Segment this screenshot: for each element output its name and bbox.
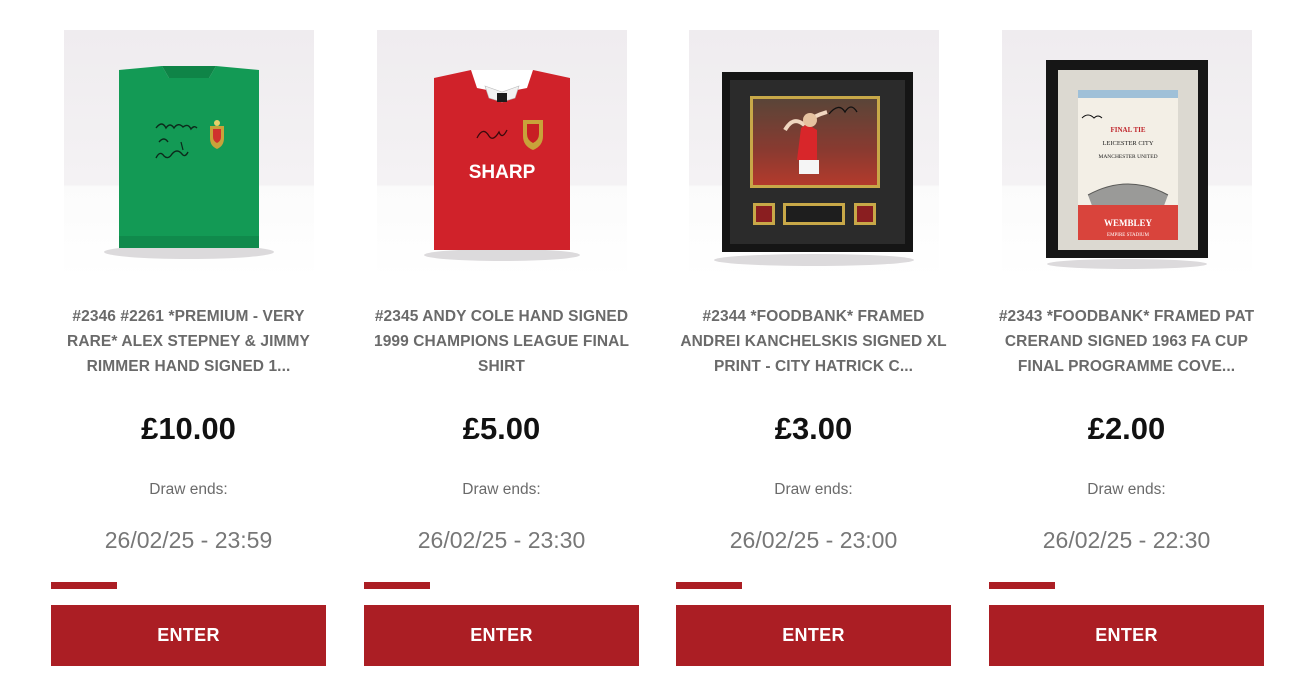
programme-venue: WEMBLEY (1104, 218, 1153, 228)
programme-stadium: EMPIRE STADIUM (1107, 233, 1150, 238)
product-card: SHARP #2345 ANDY COLE HAND SIGNED 1999 C… (364, 0, 639, 689)
programme-team-two: MANCHESTER UNITED (1098, 154, 1157, 160)
product-price: £3.00 (774, 411, 853, 446)
draw-ends-date: 26/02/25 - 22:30 (1042, 527, 1211, 553)
framed-programme-image: FINAL TIE LEICESTER CITY MANCHESTER UNIT… (1046, 60, 1208, 269)
product-image[interactable] (689, 30, 939, 279)
progress-fill (989, 582, 1055, 589)
shirt-sponsor: SHARP (469, 162, 536, 183)
product-card: #2344 *FOODBANK* FRAMED ANDREI KANCHELSK… (676, 0, 951, 689)
draw-ends-label: Draw ends: (774, 481, 853, 498)
ticket-progress-bar (51, 582, 326, 589)
red-shirt-image: SHARP (424, 70, 580, 261)
draw-ends-date: 26/02/25 - 23:59 (104, 527, 273, 553)
progress-fill (51, 582, 117, 589)
product-image[interactable]: FINAL TIE LEICESTER CITY MANCHESTER UNIT… (1002, 30, 1252, 279)
product-price: £5.00 (462, 411, 541, 446)
enter-button[interactable]: ENTER (676, 605, 951, 666)
programme-heading: FINAL TIE (1110, 126, 1145, 134)
product-title[interactable]: #2344 *FOODBANK* FRAMED ANDREI KANCHELSK… (676, 304, 951, 379)
draw-ends-date: 26/02/25 - 23:00 (729, 527, 898, 553)
progress-fill (364, 582, 430, 589)
product-title[interactable]: #2346 #2261 *PREMIUM - VERY RARE* ALEX S… (51, 304, 326, 379)
draw-ends-label: Draw ends: (1087, 481, 1166, 498)
ticket-progress-bar (989, 582, 1264, 589)
ticket-progress-bar (364, 582, 639, 589)
framed-photo-image (714, 72, 914, 266)
programme-team-one: LEICESTER CITY (1102, 140, 1153, 147)
enter-button[interactable]: ENTER (364, 605, 639, 666)
enter-button[interactable]: ENTER (989, 605, 1264, 666)
product-title[interactable]: #2343 *FOODBANK* FRAMED PAT CRERAND SIGN… (989, 304, 1264, 379)
product-image[interactable] (64, 30, 314, 279)
product-image[interactable]: SHARP (377, 30, 627, 279)
draw-ends-label: Draw ends: (149, 481, 228, 498)
product-card: FINAL TIE LEICESTER CITY MANCHESTER UNIT… (989, 0, 1264, 689)
progress-fill (676, 582, 742, 589)
product-price: £2.00 (1087, 411, 1166, 446)
green-shirt-image (104, 66, 274, 259)
product-price: £10.00 (141, 411, 236, 446)
draw-ends-date: 26/02/25 - 23:30 (417, 527, 586, 553)
ticket-progress-bar (676, 582, 951, 589)
draw-ends-label: Draw ends: (462, 481, 541, 498)
product-title[interactable]: #2345 ANDY COLE HAND SIGNED 1999 CHAMPIO… (364, 304, 639, 379)
product-card: #2346 #2261 *PREMIUM - VERY RARE* ALEX S… (51, 0, 326, 689)
enter-button[interactable]: ENTER (51, 605, 326, 666)
